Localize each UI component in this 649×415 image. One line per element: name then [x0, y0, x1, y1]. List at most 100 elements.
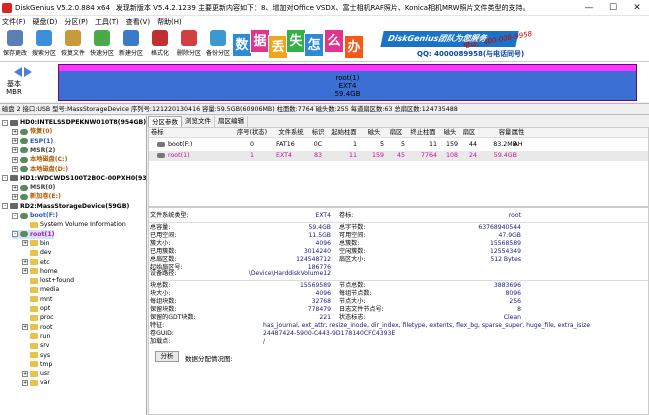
- collapse-icon[interactable]: -: [12, 212, 18, 219]
- quick-partition-button[interactable]: 快速分区: [89, 30, 115, 57]
- disk-icon: [10, 119, 18, 126]
- tree-node[interactable]: + root: [22, 323, 52, 332]
- tree-node[interactable]: media: [22, 285, 59, 294]
- tree-node[interactable]: mnt: [22, 295, 52, 304]
- expand-icon[interactable]: +: [22, 268, 28, 275]
- prop-value: 256: [509, 298, 521, 305]
- collapse-icon[interactable]: -: [2, 203, 8, 210]
- tree-node[interactable]: srv: [22, 341, 49, 350]
- save-changes-button[interactable]: 保存更改: [2, 30, 28, 57]
- tree-node[interactable]: opt: [22, 304, 50, 313]
- new-partition-button[interactable]: 新建分区: [118, 30, 144, 57]
- tree-node-label: bin: [40, 239, 50, 247]
- minimize-button[interactable]: —: [577, 3, 601, 13]
- collapse-icon[interactable]: -: [2, 119, 8, 126]
- expand-icon[interactable]: +: [12, 138, 18, 145]
- analyze-button[interactable]: 分析: [155, 351, 179, 362]
- expand-icon[interactable]: +: [12, 128, 18, 135]
- expand-icon[interactable]: +: [22, 240, 28, 247]
- menu-bar: 文件(F) 硬盘(D) 分区(P) 工具(T) 查看(V) 帮助(H): [0, 16, 649, 28]
- partition-bar[interactable]: root(1) EXT4 59.4GB: [58, 64, 637, 101]
- backup-partition-button[interactable]: 备份分区: [205, 30, 231, 57]
- prev-disk-arrow-icon[interactable]: [14, 67, 22, 77]
- expand-icon[interactable]: +: [12, 193, 18, 200]
- tree-node[interactable]: + home: [22, 267, 58, 276]
- tree-node[interactable]: + MSR(2): [12, 146, 55, 155]
- tree-node[interactable]: + MSR(0): [12, 183, 55, 192]
- menu-help[interactable]: 帮助(H): [157, 17, 182, 27]
- table-row[interactable]: boot(F:) 0 FAT16 0C 1 5 5 11 159 44 83.2MB AH: [149, 140, 648, 150]
- menu-partition[interactable]: 分区(P): [64, 17, 88, 27]
- partition-table: 卷标 序号(状态) 文件系统 标识 起始柱面 磁头 扇区 终止柱面 磁头 扇区 容量 属性 boot(F…: [148, 127, 649, 207]
- tree-node[interactable]: + bin: [22, 239, 50, 248]
- table-cell: FAT16: [276, 141, 295, 148]
- partition-bar-boot-band[interactable]: [59, 65, 636, 71]
- close-button[interactable]: ✕: [625, 3, 649, 13]
- tree-node[interactable]: dev: [22, 248, 51, 257]
- table-row[interactable]: root(1) 1 EXT4 83 11 159 45 7764 108 24 59.4GB: [149, 151, 648, 161]
- menu-file[interactable]: 文件(F): [2, 17, 26, 27]
- maximize-button[interactable]: ☐: [601, 3, 625, 13]
- collapse-icon[interactable]: -: [12, 231, 18, 238]
- folder-icon: [30, 314, 38, 321]
- tree-node-label: usr: [40, 370, 50, 378]
- expand-icon[interactable]: +: [22, 379, 28, 386]
- tab-partition-params[interactable]: 分区参数: [148, 116, 182, 127]
- prop-value: 8: [517, 306, 521, 313]
- expand-icon[interactable]: +: [22, 259, 28, 265]
- recover-files-button[interactable]: 恢复文件: [60, 30, 86, 57]
- tree-node[interactable]: + 本地磁盘(D:): [12, 165, 68, 174]
- prop-value: Clean: [503, 314, 521, 321]
- tree-node[interactable]: tmp: [22, 360, 52, 369]
- tree-node[interactable]: - HD0:INTELSSDPEKNW010T8(954GB): [2, 118, 146, 127]
- menu-disk[interactable]: 硬盘(D): [33, 17, 58, 27]
- folder-icon: [30, 249, 38, 256]
- tab-browse-files[interactable]: 浏览文件: [182, 116, 215, 127]
- disk-navigator: 基本 MBR: [2, 64, 48, 100]
- delete-partition-button[interactable]: 删除分区: [176, 30, 202, 57]
- update-notice[interactable]: 发现新版本 V5.4.2.1239 主要更新内容如下：8、增加对Office V…: [116, 4, 530, 12]
- tree-node[interactable]: - boot(F:): [12, 211, 58, 220]
- device-path-label: 设备路径:: [150, 270, 177, 277]
- tree-node[interactable]: System Volume Information: [22, 220, 126, 229]
- format-button[interactable]: 格式化: [147, 30, 173, 57]
- tree-node[interactable]: proc: [22, 313, 54, 322]
- table-cell: 扇区: [389, 129, 403, 136]
- table-cell: 7764: [420, 152, 437, 159]
- expand-icon[interactable]: +: [22, 324, 28, 331]
- tree-node[interactable]: + etc: [22, 258, 50, 267]
- tree-node[interactable]: run: [22, 332, 50, 341]
- tree-node[interactable]: sys: [22, 351, 50, 360]
- expand-icon[interactable]: +: [22, 370, 28, 377]
- tree-node[interactable]: + ESP(1): [12, 137, 53, 146]
- tree-node[interactable]: lost+found: [22, 276, 74, 285]
- volume-label-value: root: [508, 212, 521, 219]
- tree-node[interactable]: + usr: [22, 369, 50, 378]
- menu-view[interactable]: 查看(V): [126, 17, 150, 27]
- tree-node[interactable]: - HD1:WDCWDS100T2B0C-00PXH0(932GB): [2, 174, 146, 183]
- tree-node[interactable]: + 新加卷(E:): [12, 192, 61, 201]
- recover-files-icon: [65, 30, 81, 46]
- tree-node[interactable]: + 本地磁盘(C:): [12, 155, 67, 164]
- expand-icon[interactable]: +: [12, 147, 18, 154]
- tree-node[interactable]: - RD2:MassStorageDevice(59GB): [2, 202, 129, 211]
- prop-value: 47.9GB: [498, 232, 521, 239]
- prop-value: 32768: [311, 298, 331, 305]
- next-disk-arrow-icon[interactable]: [24, 67, 32, 77]
- tree-node[interactable]: - root(1): [12, 229, 55, 239]
- table-cell: 文件系统: [278, 129, 304, 136]
- tree-node[interactable]: + var: [22, 378, 50, 387]
- menu-tools[interactable]: 工具(T): [95, 17, 119, 27]
- collapse-icon[interactable]: -: [2, 175, 8, 182]
- promo-banner[interactable]: 数据丢失怎么办 DiskGenius团队为您服务 电话：400-008-9958…: [232, 29, 588, 61]
- expand-icon[interactable]: +: [12, 184, 18, 191]
- prop-label: 总簇数:: [339, 240, 360, 247]
- tab-sector-editor[interactable]: 扇区编辑: [215, 116, 248, 127]
- prop-label: 空闲簇数:: [339, 248, 366, 255]
- expand-icon[interactable]: +: [12, 166, 18, 172]
- expand-icon[interactable]: +: [12, 156, 18, 163]
- tree-node[interactable]: + 恢复(0): [12, 127, 52, 136]
- prop-value: 3014240: [303, 248, 331, 255]
- search-partition-button[interactable]: 搜索分区: [31, 30, 57, 57]
- part-icon: [20, 166, 28, 172]
